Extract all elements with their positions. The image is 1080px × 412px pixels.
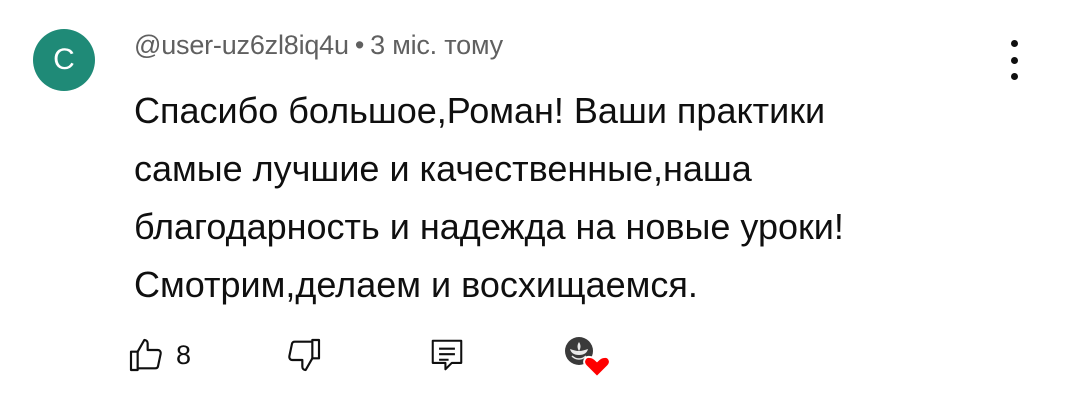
creator-heart-icon: [565, 337, 611, 379]
more-vertical-icon[interactable]: [996, 40, 1032, 80]
comment-text: Спасибо большое,Роман! Ваши практики сам…: [134, 82, 994, 314]
like-count: 8: [176, 339, 192, 370]
comment-actions: 8: [0, 330, 1080, 390]
comment-header: @user-uz6zl8iq4u • 3 міс. тому: [134, 30, 503, 61]
thumb-up-icon: [129, 338, 162, 372]
creator-heart-badge[interactable]: [560, 330, 614, 380]
comment-text-line: самые лучшие и качественные,наша: [134, 148, 752, 189]
comment-time[interactable]: 3 міс. тому: [370, 30, 503, 60]
meta-separator: •: [354, 30, 365, 60]
avatar[interactable]: C: [33, 29, 95, 91]
comment-text-line: благодарность и надежда на новые уроки!: [134, 206, 844, 247]
comment-text-line: Смотрим,делаем и восхищаемся.: [134, 264, 698, 305]
dislike-button[interactable]: [284, 330, 324, 380]
avatar-letter: C: [53, 43, 75, 76]
author-name[interactable]: @user-uz6zl8iq4u: [134, 30, 349, 60]
comment-item: C @user-uz6zl8iq4u • 3 міс. тому Спасибо б…: [0, 0, 1080, 412]
reply-icon: [431, 339, 463, 371]
reply-button[interactable]: [428, 330, 466, 380]
like-button[interactable]: 8: [126, 330, 191, 380]
thumb-down-icon: [288, 338, 321, 372]
comment-text-line: Спасибо большое,Роман! Ваши практики: [134, 90, 826, 131]
